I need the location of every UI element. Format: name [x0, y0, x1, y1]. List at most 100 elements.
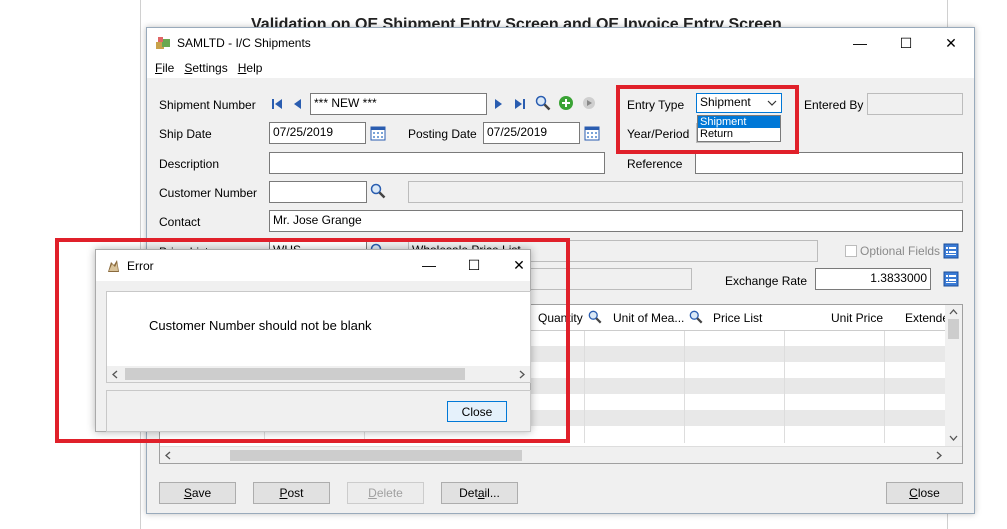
calendar-icon — [584, 126, 600, 141]
detail-button[interactable]: Det a il... — [441, 482, 518, 504]
entry-type-select[interactable]: Shipment — [696, 93, 782, 113]
posting-date-calendar-button[interactable] — [583, 124, 601, 142]
error-message: Customer Number should not be blank — [149, 318, 372, 333]
app-icon — [155, 36, 171, 50]
exchange-rate-label: Exchange Rate — [725, 274, 808, 288]
optional-fields-checkbox[interactable] — [845, 245, 857, 257]
menu-bar: File Settings Help — [147, 58, 974, 78]
post-mnemonic: P — [279, 486, 288, 500]
close-button[interactable]: Close — [886, 482, 963, 504]
customer-number-input[interactable] — [269, 181, 367, 203]
maximize-icon: ☐ — [467, 256, 481, 273]
ship-date-input[interactable]: 07/25/2019 — [269, 122, 366, 144]
column-unit-price[interactable]: Unit Price — [831, 311, 883, 325]
error-title: Error — [127, 258, 154, 273]
menu-help[interactable]: Help — [238, 61, 263, 75]
description-label: Description — [159, 157, 220, 171]
next-record-button[interactable] — [490, 95, 508, 113]
minimize-button[interactable]: — — [837, 28, 883, 58]
contact-input[interactable]: Mr. Jose Grange — [269, 210, 963, 232]
exchange-rate-button[interactable] — [942, 270, 960, 288]
entry-type-label: Entry Type — [627, 98, 685, 112]
scroll-left-icon — [165, 451, 171, 460]
error-app-icon — [105, 258, 121, 274]
close-mnemonic: C — [909, 486, 918, 500]
grid-vertical-scrollbar[interactable] — [945, 305, 962, 447]
error-titlebar[interactable]: Error — ☐ ✕ — [96, 250, 530, 281]
reference-label: Reference — [627, 157, 683, 171]
scroll-down-icon — [949, 435, 958, 441]
maximize-button[interactable]: ☐ — [883, 28, 929, 58]
error-close-window-button[interactable]: ✕ — [496, 250, 542, 280]
error-close-button[interactable]: Close — [447, 401, 507, 422]
customer-number-label: Customer Number — [159, 186, 258, 200]
price-list-finder-icon — [689, 310, 703, 324]
customer-name-field — [408, 181, 963, 203]
detail-label: il... — [484, 486, 500, 500]
customer-finder-button[interactable] — [369, 182, 387, 200]
description-input[interactable] — [269, 152, 605, 174]
previous-record-button[interactable] — [288, 95, 306, 113]
posting-date-label: Posting Date — [408, 127, 477, 141]
close-icon: ✕ — [945, 34, 957, 51]
ship-date-calendar-button[interactable] — [369, 124, 387, 142]
grid-divider — [584, 331, 585, 443]
last-record-button[interactable] — [511, 95, 529, 113]
zoom-button[interactable] — [580, 94, 598, 112]
column-price-list[interactable]: Price List — [713, 311, 762, 325]
reference-input[interactable] — [695, 152, 963, 174]
calendar-icon — [370, 126, 386, 141]
optional-fields-icon — [943, 243, 959, 259]
column-quantity[interactable]: Quantity — [538, 311, 583, 325]
grid-horizontal-scrollbar[interactable] — [160, 446, 962, 463]
window-titlebar[interactable]: SAMLTD - I/C Shipments — ☐ ✕ — [147, 28, 974, 58]
menu-settings[interactable]: Settings — [184, 61, 227, 75]
first-record-button[interactable] — [268, 95, 286, 113]
shipment-number-input[interactable]: *** NEW *** — [310, 93, 487, 115]
error-minimize-button[interactable]: — — [406, 250, 452, 280]
add-icon — [559, 96, 573, 110]
posting-date-input[interactable]: 07/25/2019 — [483, 122, 580, 144]
entry-type-option-shipment[interactable]: Shipment — [698, 116, 780, 128]
grid-divider — [884, 331, 885, 443]
minimize-icon: — — [422, 257, 436, 273]
menu-file[interactable]: File — [155, 61, 174, 75]
save-label: ave — [191, 486, 212, 500]
grid-vertical-thumb[interactable] — [948, 319, 959, 339]
close-label: lose — [917, 486, 940, 500]
uom-finder-icon — [588, 310, 602, 324]
delete-button[interactable]: Delete — [347, 482, 424, 504]
entry-type-value: Shipment — [700, 95, 751, 109]
contact-label: Contact — [159, 215, 201, 229]
error-horizontal-scrollbar[interactable] — [107, 366, 530, 382]
next-icon — [495, 99, 502, 109]
shipment-finder-button[interactable] — [534, 94, 552, 112]
delete-label: elete — [376, 486, 403, 500]
scroll-right-icon — [519, 370, 525, 379]
play-icon — [583, 97, 595, 109]
save-button[interactable]: Save — [159, 482, 236, 504]
grid-horizontal-thumb[interactable] — [230, 450, 522, 461]
column-unit-of-measure[interactable]: Unit of Mea... — [613, 311, 684, 325]
save-mnemonic: S — [183, 486, 192, 500]
error-footer: Close — [106, 390, 531, 432]
entered-by-field — [867, 93, 963, 115]
new-shipment-button[interactable] — [557, 94, 575, 112]
exchange-rate-input[interactable]: 1.3833000 — [815, 268, 931, 290]
entry-type-option-return[interactable]: Return — [698, 128, 780, 140]
entry-type-dropdown: Shipment Return — [697, 115, 781, 142]
scroll-right-icon — [936, 451, 942, 460]
post-button[interactable]: Post — [253, 482, 330, 504]
scroll-up-icon — [949, 309, 958, 315]
optional-fields-button[interactable] — [942, 242, 960, 260]
error-dialog: Error — ☐ ✕ Customer Number should not b… — [95, 249, 531, 432]
window-title: SAMLTD - I/C Shipments — [177, 36, 311, 50]
close-window-button[interactable]: ✕ — [928, 28, 974, 58]
error-maximize-button[interactable]: ☐ — [451, 250, 497, 280]
optional-fields-label: Optional Fields — [860, 244, 941, 258]
maximize-icon: ☐ — [899, 34, 913, 51]
grid-divider — [684, 331, 685, 443]
detail-mnemonic: a — [477, 486, 485, 500]
error-scroll-thumb[interactable] — [125, 368, 465, 380]
delete-mnemonic: D — [368, 486, 377, 500]
